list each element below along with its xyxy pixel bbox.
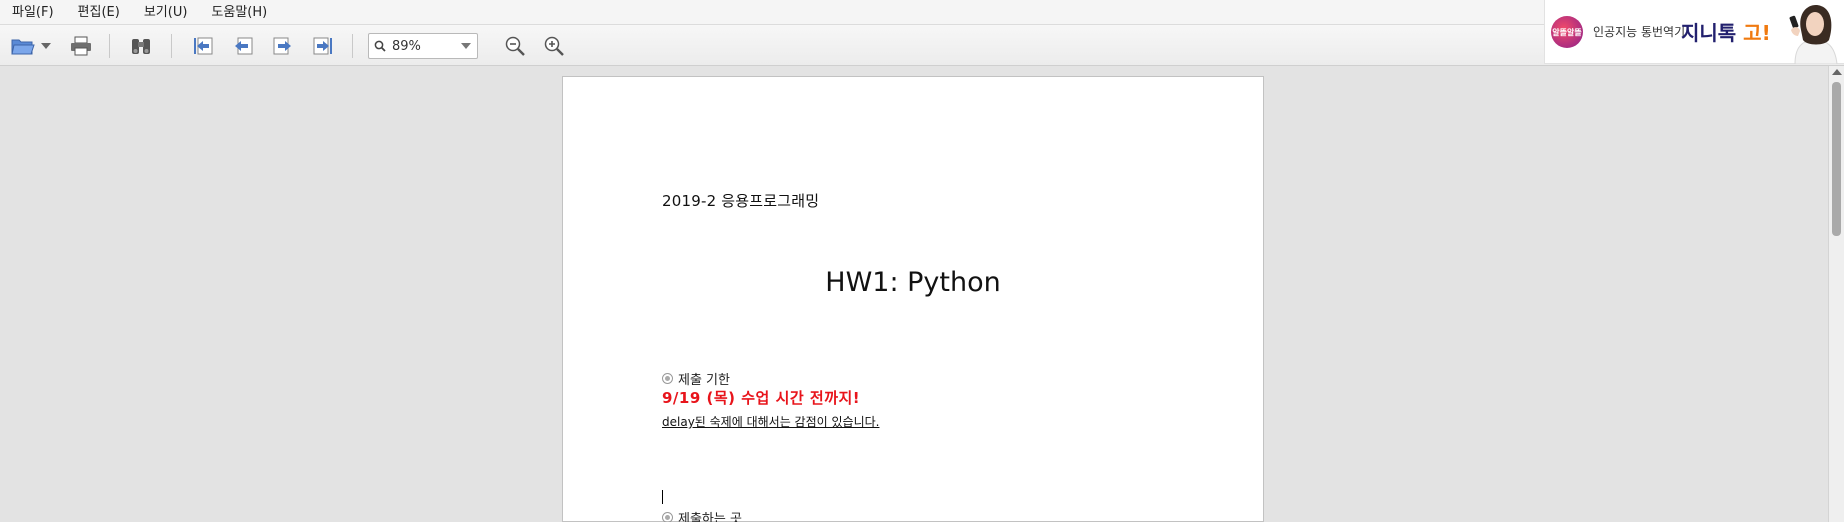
- menu-view[interactable]: 보기(U): [132, 0, 200, 25]
- document-page[interactable]: 2019-2 응용프로그래밍 HW1: Python 제출 기한 9/19 (목…: [562, 76, 1264, 522]
- ad-subtitle: 인공지능 통번역기: [1593, 25, 1686, 39]
- document-title: HW1: Python: [825, 267, 1001, 298]
- zoom-out-icon[interactable]: [502, 33, 528, 59]
- bullet-icon: [662, 512, 673, 522]
- ad-brand-name: 지니톡: [1681, 21, 1737, 45]
- ad-banner[interactable]: 알뜰알뜰 인공지능 통번역기 지니톡 고!: [1544, 0, 1844, 65]
- bullet-icon: [662, 373, 673, 384]
- zoom-select[interactable]: 89%: [368, 33, 478, 59]
- section-deadline-label: 제출 기한: [678, 373, 730, 388]
- print-icon[interactable]: [68, 33, 94, 59]
- previous-page-icon[interactable]: [230, 33, 256, 59]
- toolbar-separator: [352, 34, 353, 58]
- toolbar-separator: [109, 34, 110, 58]
- first-page-icon[interactable]: [190, 33, 216, 59]
- dropdown-arrow-icon[interactable]: [40, 33, 52, 59]
- section-deadline: 제출 기한: [662, 369, 730, 388]
- chevron-down-icon[interactable]: [461, 43, 471, 49]
- next-page-icon[interactable]: [270, 33, 296, 59]
- menu-edit[interactable]: 편집(E): [66, 0, 132, 25]
- find-binoculars-icon[interactable]: [128, 33, 154, 59]
- document-header: 2019-2 응용프로그래밍: [662, 192, 820, 210]
- menu-help[interactable]: 도움말(H): [199, 0, 279, 25]
- ad-brand: 지니톡 고!: [1681, 17, 1771, 46]
- ad-person-image: [1781, 0, 1844, 65]
- text-cursor: [662, 490, 663, 504]
- open-folder-icon[interactable]: [10, 33, 36, 59]
- scroll-up-icon[interactable]: [1832, 69, 1842, 75]
- menu-file[interactable]: 파일(F): [0, 0, 66, 25]
- ad-badge: 알뜰알뜰: [1551, 16, 1583, 48]
- scroll-thumb[interactable]: [1832, 82, 1841, 236]
- late-penalty-note: delay된 숙제에 대해서는 감점이 있습니다.: [662, 415, 880, 429]
- search-icon: [374, 40, 386, 52]
- section-submission: 제출하는 곳: [662, 508, 742, 522]
- zoom-in-icon[interactable]: [541, 33, 567, 59]
- zoom-value: 89%: [392, 38, 421, 54]
- toolbar-separator: [171, 34, 172, 58]
- last-page-icon[interactable]: [310, 33, 336, 59]
- deadline-text: 9/19 (목) 수업 시간 전까지!: [662, 389, 861, 407]
- vertical-scrollbar[interactable]: [1828, 66, 1844, 522]
- ad-brand-suffix: 고!: [1743, 21, 1771, 45]
- section-submission-label: 제출하는 곳: [678, 512, 742, 522]
